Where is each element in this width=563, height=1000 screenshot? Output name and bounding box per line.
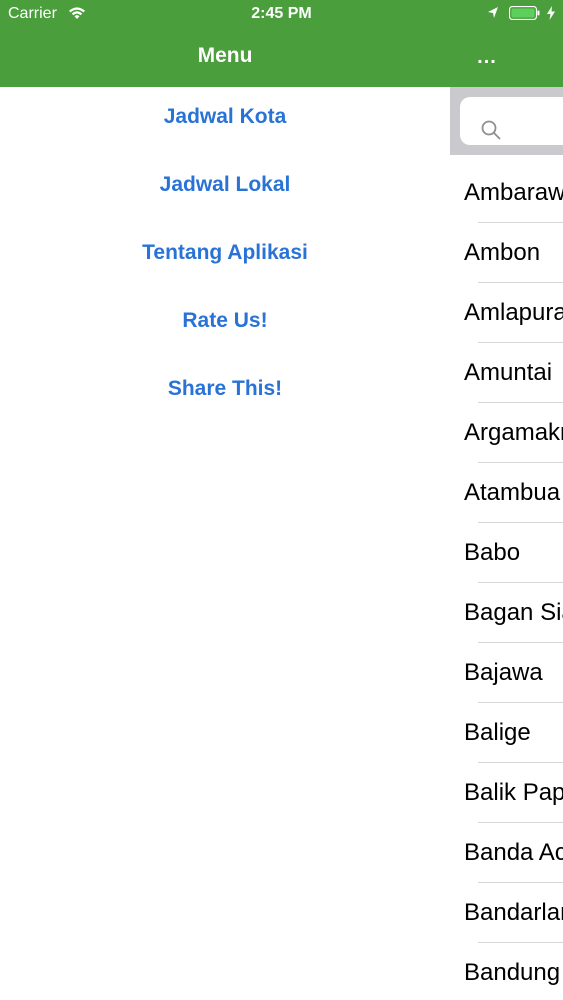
city-name: Babo: [464, 539, 521, 566]
city-list-panel: Ambarawa Ambon Amlapura Amuntai Argamakm…: [450, 87, 563, 1000]
city-name: Argamakmur: [464, 419, 563, 446]
city-name: Atambua: [464, 479, 561, 506]
city-name: Bagan Siapiapi: [464, 599, 563, 626]
location-arrow-icon: [488, 7, 498, 18]
menu-item-jadwal-lokal[interactable]: Jadwal Lokal: [0, 173, 450, 197]
charging-bolt-icon: [547, 6, 555, 20]
list-item[interactable]: Atambua: [450, 463, 563, 523]
status-bar: Carrier 2:45 PM: [0, 0, 563, 28]
city-name: Amlapura: [464, 299, 563, 326]
top-bar: Carrier 2:45 PM Menu ...: [0, 0, 563, 87]
list-item[interactable]: Ambon: [450, 223, 563, 283]
menu-item-share-this[interactable]: Share This!: [0, 377, 450, 401]
city-name: Amuntai: [464, 359, 553, 386]
city-name: Ambon: [464, 239, 541, 266]
battery-icon: [509, 6, 540, 20]
city-name: Bajawa: [464, 659, 543, 686]
list-item[interactable]: Bajawa: [450, 643, 563, 703]
city-name: Balik Papan: [464, 779, 563, 806]
menu-item-jadwal-kota[interactable]: Jadwal Kota: [0, 105, 450, 129]
list-item[interactable]: Argamakmur: [450, 403, 563, 463]
city-name: Banda Aceh: [464, 839, 563, 866]
search-icon: [481, 120, 501, 140]
list-item[interactable]: Ambarawa: [450, 163, 563, 223]
list-item[interactable]: Bandarlampung: [450, 883, 563, 943]
menu-title: Menu: [197, 44, 253, 67]
list-item[interactable]: Banda Aceh: [450, 823, 563, 883]
city-name: Balige: [464, 719, 531, 746]
list-item[interactable]: Bandung: [450, 943, 563, 1000]
list-item[interactable]: Balik Papan: [450, 763, 563, 823]
list-item[interactable]: Amuntai: [450, 343, 563, 403]
clock: 2:45 PM: [251, 5, 312, 22]
city-name: Ambarawa: [464, 179, 563, 206]
search-input[interactable]: [460, 97, 563, 145]
menu-item-tentang-aplikasi[interactable]: Tentang Aplikasi: [0, 241, 450, 265]
side-menu: Jadwal Kota Jadwal Lokal Tentang Aplikas…: [0, 87, 450, 1000]
city-name: Bandarlampung: [464, 899, 563, 926]
city-name: Bandung: [464, 959, 561, 986]
menu-item-rate-us[interactable]: Rate Us!: [0, 309, 450, 333]
list-item[interactable]: Babo: [450, 523, 563, 583]
list-item[interactable]: Amlapura: [450, 283, 563, 343]
more-button[interactable]: ...: [470, 46, 504, 69]
list-item[interactable]: Bagan Siapiapi: [450, 583, 563, 643]
list-item[interactable]: Balige: [450, 703, 563, 763]
search-bar: [450, 87, 563, 155]
